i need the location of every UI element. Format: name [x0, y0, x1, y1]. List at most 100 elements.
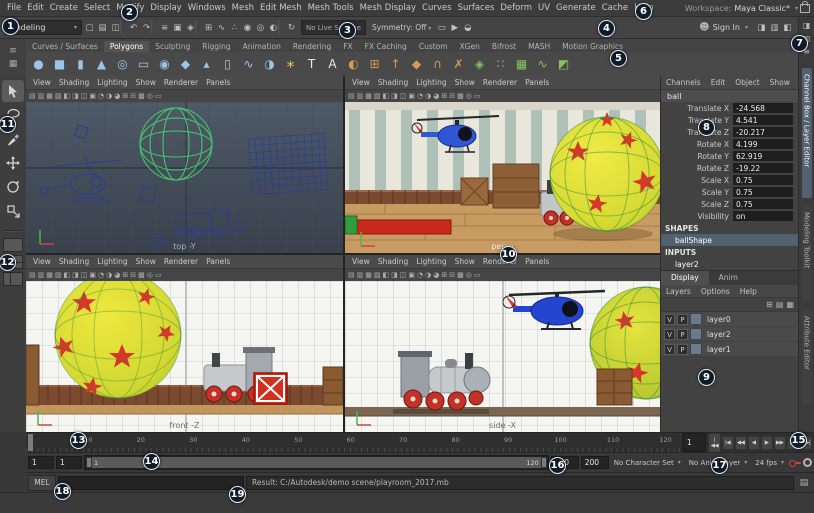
bevel-icon[interactable]: ◆ — [406, 54, 427, 75]
menu-item[interactable]: Modify — [113, 3, 147, 13]
panel-toolbar-icon[interactable]: ◨ — [72, 271, 79, 279]
mash-curve-icon[interactable]: ∿ — [532, 54, 553, 75]
step-forward-frame-button[interactable]: ▶▶ — [773, 435, 786, 450]
panel-toolbar-icon[interactable]: ▤ — [348, 271, 355, 279]
shelf-tab[interactable]: Bifrost — [486, 41, 522, 52]
construction-history-icon[interactable]: ↻ — [285, 20, 298, 35]
panel-toolbar-icon[interactable]: ▦ — [46, 92, 53, 100]
lasso-tool[interactable] — [2, 104, 24, 126]
panel-toolbar-icon[interactable]: ⊞ — [441, 92, 447, 100]
sidebar-channel-box-icon[interactable]: ◧ — [781, 20, 794, 35]
live-surface-field[interactable]: No Live Surface — [301, 20, 366, 35]
panel-toolbar-icon[interactable]: ▧ — [374, 271, 381, 279]
go-to-start-button[interactable]: |◀◀ — [708, 432, 721, 453]
panel-menu-item[interactable]: Lighting — [412, 257, 450, 266]
panel-toolbar-icon[interactable]: ▤ — [348, 92, 355, 100]
top-view-canvas[interactable]: top -Y — [26, 102, 343, 253]
poly-type-icon[interactable]: T — [301, 54, 322, 75]
panel-toolbar-icon[interactable]: ▥ — [357, 271, 364, 279]
sign-in-button[interactable]: ☻ Sign In ▾ — [699, 22, 748, 33]
panel-menu-item[interactable]: Show — [451, 78, 479, 87]
channel-label[interactable]: Scale X — [661, 176, 733, 185]
mash-distribute-icon[interactable]: ∷ — [490, 54, 511, 75]
panel-menu-item[interactable]: Show — [451, 257, 479, 266]
panel-toolbar-icon[interactable]: ◎ — [147, 271, 153, 279]
step-back-key-button[interactable]: |◀ — [721, 435, 734, 450]
panel-toolbar-icon[interactable]: ◫ — [400, 271, 407, 279]
shelf-tab[interactable]: Animation — [237, 41, 287, 52]
channel-value-field[interactable]: 4.541 — [733, 115, 793, 125]
layer-playback-toggle[interactable]: P — [677, 328, 688, 340]
mash-network-icon[interactable]: ◈ — [469, 54, 490, 75]
panel-toolbar-icon[interactable]: ▧ — [55, 271, 62, 279]
menu-item[interactable]: File — [4, 3, 24, 13]
input-node[interactable]: layer2 — [661, 258, 798, 270]
viewport-top[interactable]: View Shading Lighting Show Renderer Panels ▤ ▥… — [26, 76, 343, 253]
channel-label[interactable]: Translate Y — [661, 116, 733, 125]
channel-box-menu-item[interactable]: Edit — [706, 78, 731, 87]
select-tool[interactable] — [2, 80, 24, 102]
panel-toolbar-icon[interactable]: ⊟ — [130, 271, 136, 279]
panel-menu-item[interactable]: Renderer — [479, 257, 521, 266]
front-view-canvas[interactable]: front -Z — [26, 281, 343, 432]
panel-menu-item[interactable]: Lighting — [412, 78, 450, 87]
menu-item[interactable]: Surfaces — [455, 3, 498, 13]
shelf-tab[interactable]: Polygons — [103, 41, 150, 52]
shelf-tab[interactable]: Custom — [413, 41, 454, 52]
poly-sphere-icon[interactable]: ● — [28, 54, 49, 75]
four-pane-layout-button[interactable] — [3, 255, 23, 269]
step-back-frame-button[interactable]: ◀◀ — [734, 435, 747, 450]
script-editor-icon[interactable]: ▤ — [796, 478, 812, 488]
layer-editor-menu-item[interactable]: Layers — [661, 287, 696, 296]
channel-label[interactable]: Scale Y — [661, 188, 733, 197]
panel-toolbar-icon[interactable]: ⊟ — [130, 92, 136, 100]
panel-menu-item[interactable]: View — [348, 78, 374, 87]
panel-toolbar-icon[interactable]: ▧ — [374, 92, 381, 100]
menu-set-dropdown[interactable]: Modeling ▾ — [4, 20, 82, 35]
channel-value-field[interactable]: on — [733, 211, 793, 221]
panel-toolbar-icon[interactable]: ▤ — [29, 271, 36, 279]
menu-item[interactable]: Edit — [24, 3, 46, 13]
extrude-icon[interactable]: ↑ — [385, 54, 406, 75]
panel-toolbar-icon[interactable]: ▣ — [89, 92, 96, 100]
panel-toolbar-icon[interactable]: ◑ — [106, 92, 112, 100]
panel-menu-item[interactable]: Panels — [202, 78, 234, 87]
snap-projected-center-icon[interactable]: ◉ — [241, 20, 254, 35]
open-scene-icon[interactable]: ▤ — [96, 20, 109, 35]
range-start-handle[interactable] — [86, 457, 92, 468]
sidebar-tab[interactable]: Channel Box / Layer Editor — [801, 68, 812, 198]
channel-value-field[interactable]: 4.199 — [733, 139, 793, 149]
panel-toolbar-icon[interactable]: ◧ — [383, 92, 390, 100]
panel-menu-item[interactable]: Panels — [521, 78, 553, 87]
layer-row[interactable]: V P layer2 — [661, 327, 798, 342]
current-frame-field[interactable]: 1 — [682, 433, 707, 452]
panel-toolbar-icon[interactable]: ▣ — [408, 271, 415, 279]
poly-cube-icon[interactable]: ■ — [49, 54, 70, 75]
panel-menu-item[interactable]: Show — [132, 257, 160, 266]
panel-toolbar-icon[interactable]: ▩ — [457, 271, 464, 279]
panel-toolbar-icon[interactable]: ▦ — [46, 271, 53, 279]
shelf-tab[interactable]: FX — [337, 41, 358, 52]
layer-editor-menu-item[interactable]: Help — [735, 287, 762, 296]
mash-color-icon[interactable]: ◩ — [553, 54, 574, 75]
new-layer-selected-icon[interactable]: ▦ — [786, 300, 794, 309]
panel-menu-item[interactable]: Lighting — [93, 257, 131, 266]
panel-toolbar-icon[interactable]: ▥ — [38, 271, 45, 279]
panel-toolbar-icon[interactable]: ▦ — [365, 92, 372, 100]
anim-layer-dropdown[interactable]: No Anim Layer ▾ — [686, 459, 751, 467]
current-time-marker[interactable] — [28, 434, 33, 451]
channel-box-menu-item[interactable]: Show — [765, 78, 795, 87]
rotate-tool[interactable] — [2, 176, 24, 198]
panel-toolbar-icon[interactable]: ▣ — [89, 271, 96, 279]
panel-toolbar-icon[interactable]: ⊟ — [449, 271, 455, 279]
channel-label[interactable]: Visibility — [661, 212, 733, 221]
panel-toolbar-icon[interactable]: ⊞ — [441, 271, 447, 279]
panel-toolbar-icon[interactable]: ▭ — [474, 271, 481, 279]
move-layer-up-icon[interactable]: ⊞ — [766, 300, 773, 309]
play-forward-button[interactable]: ▶ — [760, 435, 773, 450]
show-tool-settings-icon[interactable]: ▥ — [803, 34, 811, 47]
sidebar-tab[interactable]: Attribute Editor — [801, 310, 812, 404]
panel-toolbar-icon[interactable]: ◨ — [72, 92, 79, 100]
step-forward-key-button[interactable]: ▶| — [786, 435, 799, 450]
fps-dropdown[interactable]: 24 fps ▾ — [752, 459, 787, 467]
